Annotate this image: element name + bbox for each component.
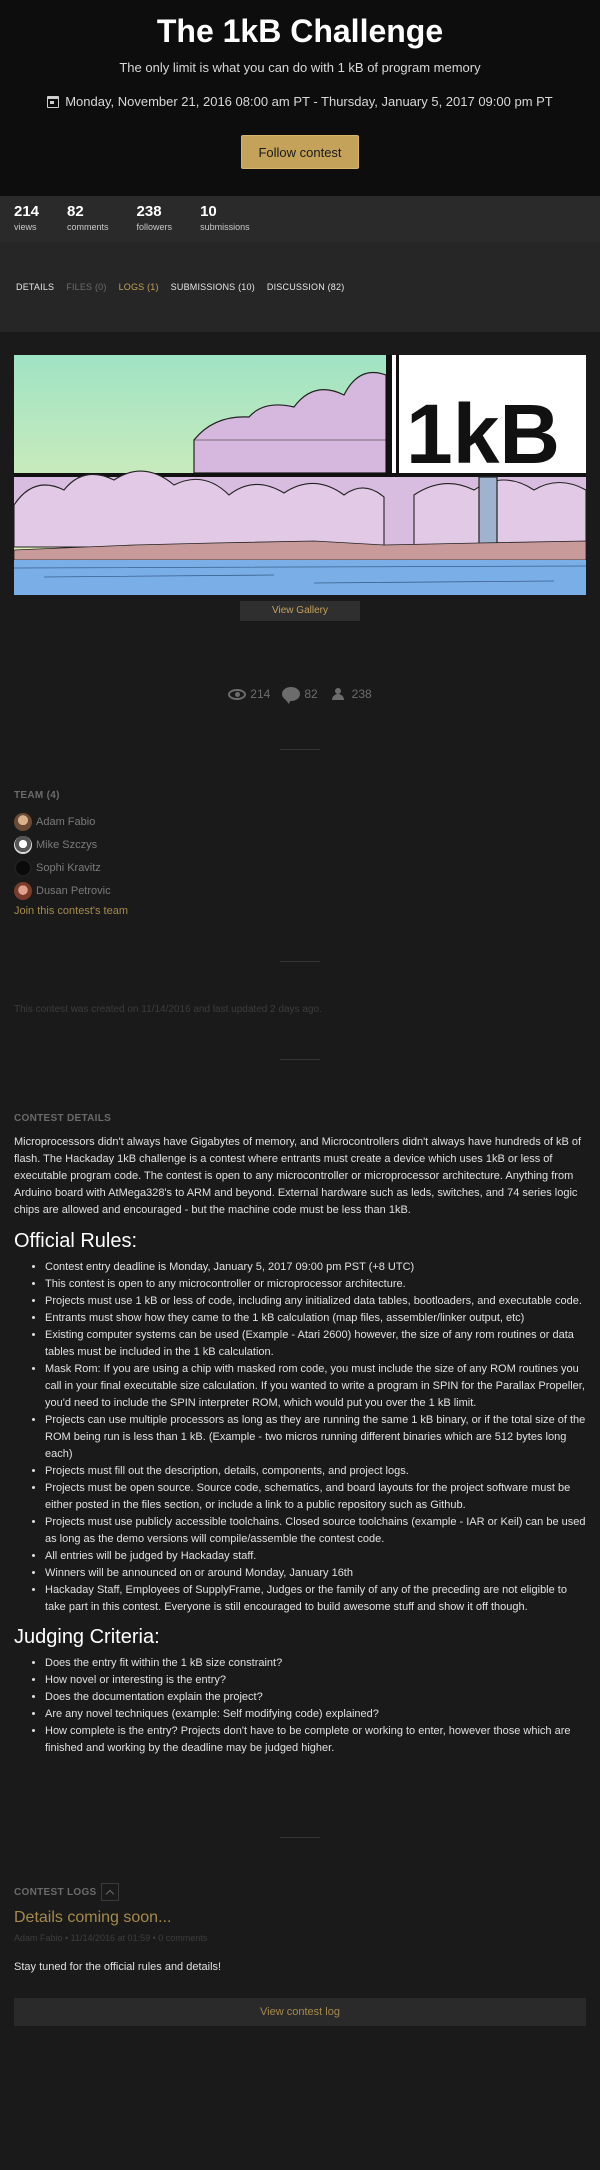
- page-title: The 1kB Challenge: [156, 13, 444, 49]
- stat-label: views: [14, 222, 37, 232]
- list-item: Projects must use 1 kB or less of code, …: [45, 1293, 586, 1310]
- stat-number: 82: [67, 203, 84, 220]
- stat-number: 214: [14, 203, 40, 220]
- list-item: This contest is open to any microcontrol…: [45, 1276, 586, 1293]
- list-item: Contest entry deadline is Monday, Januar…: [45, 1259, 586, 1276]
- views-count-text: 214: [250, 687, 271, 701]
- avatar: [14, 836, 32, 854]
- stat-comments: 82 comments: [67, 203, 109, 242]
- eye-icon: [228, 688, 247, 700]
- list-item: All entries will be judged by Hackaday s…: [45, 1548, 586, 1565]
- list-item: Projects must use publicly accessible to…: [45, 1514, 586, 1548]
- contest-logs-header: CONTEST LOGS: [14, 1883, 586, 1901]
- comments-count-text: 82: [304, 687, 318, 701]
- contest-details-heading: CONTEST DETAILS: [14, 1113, 112, 1124]
- stat-submissions: 10 submissions: [200, 203, 250, 242]
- avatar: [14, 813, 32, 831]
- collapse-logs-button[interactable]: [100, 1883, 119, 1901]
- list-item: How novel or interesting is the entry?: [45, 1672, 586, 1689]
- list-item: Projects must fill out the description, …: [45, 1463, 586, 1480]
- followers-count[interactable]: 238: [330, 687, 372, 701]
- comments-count[interactable]: 82: [282, 687, 318, 704]
- stat-label: comments: [67, 222, 109, 232]
- followers-count-text: 238: [351, 687, 372, 701]
- created-note: This contest was created on 11/14/2016 a…: [14, 1004, 322, 1015]
- contest-header: The 1kB Challenge The only limit is what…: [0, 0, 600, 196]
- team-member[interactable]: Dusan Petrovic: [14, 882, 586, 900]
- tab-submissions[interactable]: SUBMISSIONS (10): [171, 282, 255, 292]
- team-member[interactable]: Sophi Kravitz: [14, 859, 586, 877]
- section-divider: [280, 961, 320, 962]
- stat-label: followers: [136, 222, 173, 232]
- view-gallery-button[interactable]: View Gallery: [240, 601, 360, 621]
- tab-details[interactable]: DETAILS: [16, 282, 54, 292]
- team-member-name[interactable]: Sophi Kravitz: [36, 862, 101, 874]
- follow-contest-button[interactable]: Follow contest: [241, 135, 359, 169]
- contest-description: Microprocessors didn't always have Gigab…: [14, 1136, 582, 1216]
- join-team-link[interactable]: Join this contest's team: [14, 905, 586, 917]
- chevron-up-icon: [105, 1889, 114, 1898]
- contest-logs-section: CONTEST LOGS Details coming soon... Adam…: [0, 1883, 600, 1973]
- list-item: Winners will be announced on or around M…: [45, 1565, 586, 1582]
- team-member-name[interactable]: Dusan Petrovic: [36, 885, 111, 897]
- views-count: 214: [228, 687, 270, 701]
- official-rules-heading: Official Rules:: [14, 1230, 138, 1252]
- section-divider: [280, 1059, 320, 1060]
- hero-section: 1kB View Gallery: [0, 332, 600, 621]
- stat-followers: 238 followers: [137, 203, 173, 242]
- team-member-name[interactable]: Adam Fabio: [36, 816, 95, 828]
- followers-icon: [330, 688, 348, 700]
- contest-banner-image: 1kB: [14, 355, 586, 595]
- log-meta: Adam Fabio • 11/14/2016 at 01:59 • 0 com…: [14, 1933, 208, 1943]
- team-heading: TEAM (4): [14, 790, 60, 801]
- team-member-name[interactable]: Mike Szczys: [36, 839, 97, 851]
- calendar-icon: [47, 95, 60, 108]
- judging-criteria-heading: Judging Criteria:: [14, 1626, 160, 1648]
- page-subtitle: The only limit is what you can do with 1…: [119, 60, 481, 75]
- list-item: Does the entry fit within the 1 kB size …: [45, 1655, 586, 1672]
- comment-bubble-icon: [282, 687, 301, 704]
- list-item: Mask Rom: If you are using a chip with m…: [45, 1361, 586, 1412]
- tab-logs[interactable]: LOGS (1): [119, 282, 159, 292]
- team-member[interactable]: Adam Fabio: [14, 813, 586, 831]
- stat-number: 238: [136, 203, 162, 220]
- list-item: Existing computer systems can be used (E…: [45, 1327, 586, 1361]
- contest-details-section: CONTEST DETAILS Microprocessors didn't a…: [0, 1113, 600, 1757]
- log-title-link[interactable]: Details coming soon...: [14, 1909, 586, 1927]
- list-item: Are any novel techniques (example: Self …: [45, 1706, 586, 1723]
- view-contest-log-button[interactable]: View contest log: [14, 1998, 586, 2026]
- stat-views: 214 views: [14, 203, 39, 242]
- log-body: Stay tuned for the official rules and de…: [14, 1961, 222, 1973]
- banner-logo-text: 1kB: [406, 387, 560, 481]
- avatar: [14, 859, 32, 877]
- counts-row: 214 82 238: [0, 687, 600, 704]
- list-item: How complete is the entry? Projects don'…: [45, 1723, 586, 1757]
- team-section: TEAM (4) Adam Fabio Mike Szczys Sophi Kr…: [0, 790, 600, 917]
- list-item: Projects can use multiple processors as …: [45, 1412, 586, 1463]
- section-divider: [280, 1837, 320, 1838]
- team-member[interactable]: Mike Szczys: [14, 836, 586, 854]
- avatar: [14, 882, 32, 900]
- contest-dates-text: Monday, November 21, 2016 08:00 am PT - …: [65, 94, 553, 109]
- section-divider: [280, 749, 320, 750]
- contest-logs-heading: CONTEST LOGS: [14, 1886, 97, 1898]
- tab-bar: DETAILS FILES (0) LOGS (1) SUBMISSIONS (…: [0, 242, 600, 332]
- list-item: Does the documentation explain the proje…: [45, 1689, 586, 1706]
- stats-bar: 214 views 82 comments 238 followers 10 s…: [0, 196, 600, 242]
- list-item: Entrants must show how they came to the …: [45, 1310, 586, 1327]
- stat-label: submissions: [200, 222, 250, 232]
- stat-number: 10: [200, 203, 217, 220]
- judging-list: Does the entry fit within the 1 kB size …: [14, 1655, 586, 1757]
- list-item: Hackaday Staff, Employees of SupplyFrame…: [45, 1582, 586, 1616]
- contest-dates: Monday, November 21, 2016 08:00 am PT - …: [0, 94, 600, 109]
- rules-list: Contest entry deadline is Monday, Januar…: [14, 1259, 586, 1616]
- tab-discussion[interactable]: DISCUSSION (82): [267, 282, 345, 292]
- list-item: Projects must be open source. Source cod…: [45, 1480, 586, 1514]
- tab-files[interactable]: FILES (0): [66, 282, 106, 292]
